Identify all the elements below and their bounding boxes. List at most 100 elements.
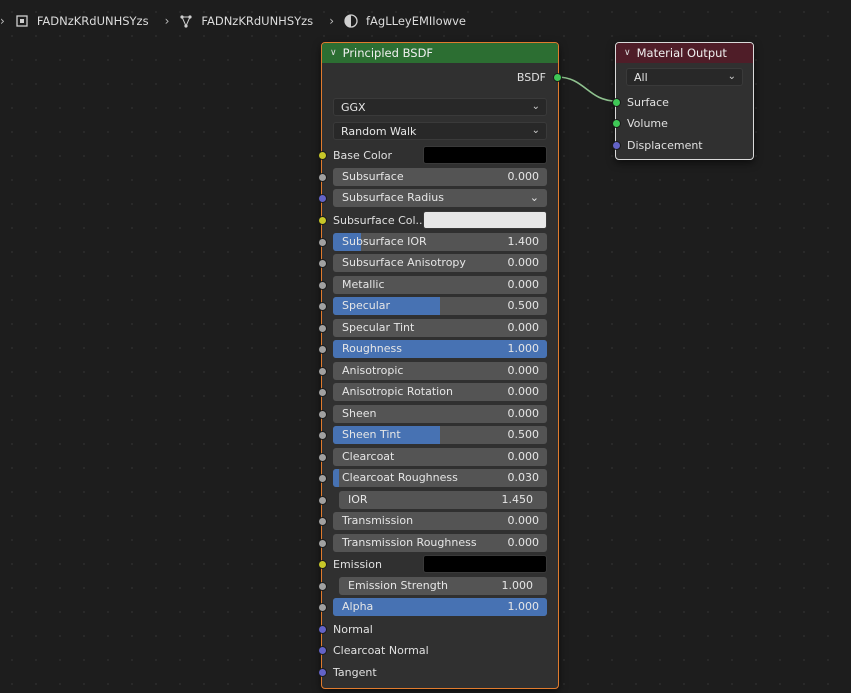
anisotropic-field[interactable]: Anisotropic 0.000 (333, 362, 547, 380)
breadcrumb-item-mesh[interactable]: FADNzKRdUNHSYzs (179, 14, 313, 28)
field-label: Specular Tint (342, 321, 415, 334)
field-value: 0.000 (507, 450, 540, 463)
field-label: Sheen Tint (342, 428, 401, 441)
socket-anisotropic-rotation[interactable] (318, 388, 327, 397)
socket-subsurface-anisotropy[interactable] (318, 259, 327, 268)
socket-surface[interactable] (612, 98, 621, 107)
label: Normal (333, 622, 373, 636)
field-label: Subsurface Radius (342, 191, 444, 204)
transmission-field[interactable]: Transmission 0.000 (333, 512, 547, 530)
socket-sheen-tint[interactable] (318, 431, 327, 440)
principled-bsdf-node[interactable]: ∨ Principled BSDF BSDF GGX ⌄ Random Walk… (318, 42, 562, 689)
chevron-right-icon: › (0, 14, 5, 28)
subsurface-ior-field[interactable]: Subsurface IOR 1.400 (333, 233, 547, 251)
breadcrumb-item-object[interactable]: FADNzKRdUNHSYzs (15, 14, 149, 28)
field-label: Transmission (342, 514, 414, 527)
output-bsdf: BSDF (517, 68, 546, 86)
field-value: 0.000 (507, 385, 540, 398)
chevron-down-icon: ⌄ (529, 191, 539, 204)
socket-subsurface-ior[interactable] (318, 238, 327, 247)
alpha-field[interactable]: Alpha 1.000 (333, 598, 547, 616)
distribution-dropdown[interactable]: GGX ⌄ (333, 98, 547, 116)
socket-anisotropic[interactable] (318, 367, 327, 376)
field-value: 0.000 (507, 407, 540, 420)
field-value: 1.000 (507, 600, 540, 613)
socket-clearcoat[interactable] (318, 453, 327, 462)
chevron-down-icon: ⌄ (727, 71, 736, 82)
label: Clearcoat Normal (333, 643, 429, 657)
dropdown-value: All (634, 70, 648, 84)
subsurface-color-swatch[interactable] (423, 211, 547, 229)
socket-emission[interactable] (318, 560, 327, 569)
transmission-roughness-field[interactable]: Transmission Roughness 0.000 (333, 534, 547, 552)
node-header[interactable]: ∨ Material Output (616, 43, 753, 63)
material-output-node[interactable]: ∨ Material Output All ⌄ Surface Volume D… (612, 42, 754, 160)
mesh-icon (180, 15, 193, 28)
socket-transmission[interactable] (318, 517, 327, 526)
socket-displacement[interactable] (612, 141, 621, 150)
field-value: 0.000 (507, 321, 540, 334)
input-base-color-label: Base Color (333, 146, 392, 164)
socket-base-color[interactable] (318, 151, 327, 160)
socket-sheen[interactable] (318, 410, 327, 419)
field-value: 0.000 (507, 170, 540, 183)
breadcrumb-item-material[interactable]: fAgLLeyEMIIowve (344, 14, 466, 28)
socket-clearcoat-roughness[interactable] (318, 474, 327, 483)
socket-roughness[interactable] (318, 345, 327, 354)
emission-strength-field[interactable]: Emission Strength 1.000 (339, 577, 547, 595)
metallic-field[interactable]: Metallic 0.000 (333, 276, 547, 294)
label: Emission (333, 557, 382, 571)
sheen-field[interactable]: Sheen 0.000 (333, 405, 547, 423)
subsurface-anisotropy-field[interactable]: Subsurface Anisotropy 0.000 (333, 254, 547, 272)
field-value: 0.030 (507, 471, 540, 484)
socket-tangent[interactable] (318, 668, 327, 677)
socket-specular-tint[interactable] (318, 324, 327, 333)
sheen-tint-field[interactable]: Sheen Tint 0.500 (333, 426, 547, 444)
subsurface-method-dropdown[interactable]: Random Walk ⌄ (333, 122, 547, 140)
base-color-swatch[interactable] (423, 146, 547, 164)
socket-ior[interactable] (318, 496, 327, 505)
subsurface-field[interactable]: Subsurface 0.000 (333, 168, 547, 186)
field-label: Subsurface (342, 170, 404, 183)
target-dropdown[interactable]: All ⌄ (626, 68, 743, 86)
label: Displacement (627, 138, 703, 152)
clearcoat-field[interactable]: Clearcoat 0.000 (333, 448, 547, 466)
subsurface-radius-field[interactable]: Subsurface Radius ⌄ (333, 189, 547, 207)
socket-subsurface-color[interactable] (318, 216, 327, 225)
socket-emission-strength[interactable] (318, 582, 327, 591)
input-displacement-label: Displacement (627, 136, 703, 154)
socket-alpha[interactable] (318, 603, 327, 612)
field-label: Anisotropic Rotation (342, 385, 453, 398)
input-surface-label: Surface (627, 93, 669, 111)
field-value: 0.500 (507, 428, 540, 441)
field-label: Metallic (342, 278, 385, 291)
field-label: Clearcoat (342, 450, 395, 463)
socket-clearcoat-normal[interactable] (318, 646, 327, 655)
chevron-down-icon[interactable]: ∨ (330, 48, 337, 58)
specular-field[interactable]: Specular 0.500 (333, 297, 547, 315)
node-title: Material Output (636, 46, 727, 60)
socket-specular[interactable] (318, 302, 327, 311)
socket-volume[interactable] (612, 119, 621, 128)
node-header[interactable]: ∨ Principled BSDF (322, 43, 558, 63)
chevron-down-icon[interactable]: ∨ (624, 48, 631, 58)
input-emission-label: Emission (333, 555, 382, 573)
anisotropic-rotation-field[interactable]: Anisotropic Rotation 0.000 (333, 383, 547, 401)
socket-subsurface[interactable] (318, 173, 327, 182)
dropdown-value: GGX (341, 100, 366, 114)
socket-transmission-roughness[interactable] (318, 539, 327, 548)
roughness-field[interactable]: Roughness 1.000 (333, 340, 547, 358)
clearcoat-roughness-field[interactable]: Clearcoat Roughness 0.030 (333, 469, 547, 487)
specular-tint-field[interactable]: Specular Tint 0.000 (333, 319, 547, 337)
breadcrumb: › FADNzKRdUNHSYzs › FADNzKRdUNHSYzs › fA… (0, 10, 466, 32)
label: Subsurface Col... (333, 213, 427, 227)
ior-field[interactable]: IOR 1.450 (339, 491, 547, 509)
emission-color-swatch[interactable] (423, 555, 547, 573)
socket-bsdf-output[interactable] (553, 73, 562, 82)
socket-normal[interactable] (318, 625, 327, 634)
input-subsurface-color-label: Subsurface Col... (333, 211, 426, 229)
dropdown-value: Random Walk (341, 124, 417, 138)
socket-subsurface-radius[interactable] (318, 194, 327, 203)
field-value: 1.000 (501, 579, 534, 592)
socket-metallic[interactable] (318, 281, 327, 290)
